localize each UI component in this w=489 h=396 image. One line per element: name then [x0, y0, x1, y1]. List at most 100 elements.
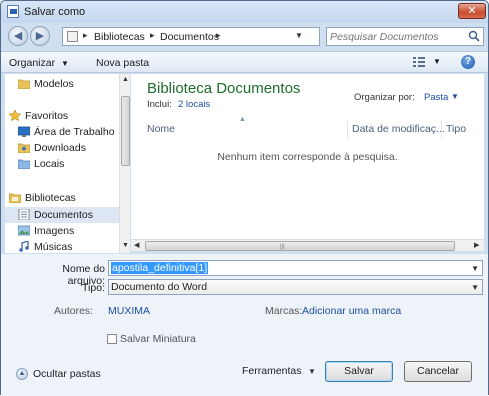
arrange-by-label: Organizar por:	[354, 92, 415, 103]
save-as-dialog: Salvar como ✕ ◀ ▶ ▸ Bibliotecas ▸ Docume…	[0, 0, 489, 396]
nav-item-label: Favoritos	[25, 110, 69, 122]
forward-button[interactable]: ▶	[30, 26, 50, 46]
new-folder-button[interactable]: Nova pasta	[96, 57, 149, 69]
authors-label: Autores:	[54, 305, 94, 317]
downloads-icon	[18, 143, 30, 153]
includes-locations-link[interactable]: 2 locais	[178, 99, 210, 110]
back-button[interactable]: ◀	[8, 26, 28, 46]
music-icon	[19, 241, 29, 252]
nav-item-label: Área de Trabalho	[34, 126, 115, 138]
back-arrow-icon: ◀	[13, 30, 23, 42]
view-options-icon[interactable]	[413, 57, 425, 67]
save-thumbnail-label[interactable]: Salvar Miniatura	[120, 333, 196, 345]
nav-item-label: Músicas	[34, 241, 73, 253]
address-box[interactable]: ▸ Bibliotecas ▸ Documentos ▸ ▼ ↻	[62, 27, 377, 46]
tags-value[interactable]: Adicionar uma marca	[302, 305, 401, 317]
cancel-button[interactable]: Cancelar	[404, 361, 472, 382]
address-dropdown-icon[interactable]: ▼	[295, 31, 303, 40]
save-form: Nome do arquivo: apostila_definitiva[1] …	[1, 254, 488, 396]
scroll-down-icon[interactable]: ▼	[122, 242, 129, 249]
scrollbar-thumb[interactable]	[121, 96, 130, 166]
nav-pane-scrollbar[interactable]: ▲ ▼	[119, 74, 130, 253]
nav-item-label: Modelos	[34, 78, 74, 90]
address-bar-row: ◀ ▶ ▸ Bibliotecas ▸ Documentos ▸ ▼ ↻	[1, 23, 488, 50]
nav-item-label: Documentos	[34, 209, 93, 221]
file-type-label: Tipo:	[82, 282, 105, 294]
scrollbar-thumb[interactable]: |||	[145, 241, 455, 251]
nav-item-downloads[interactable]: Downloads	[5, 140, 119, 156]
nav-item-imagens[interactable]: Imagens	[5, 223, 119, 239]
hide-folders-label: Ocultar pastas	[33, 368, 101, 380]
organize-menu-button[interactable]: Organizar ▼	[9, 57, 69, 69]
search-icon[interactable]	[468, 30, 480, 42]
forward-arrow-icon: ▶	[35, 30, 45, 42]
scrollbar-grip-icon: |||	[280, 244, 285, 250]
nav-item-area-de-trabalho[interactable]: Área de Trabalho	[5, 124, 119, 140]
pictures-icon	[18, 225, 30, 236]
nav-item-label: Downloads	[34, 142, 86, 154]
nav-item-documentos[interactable]: Documentos	[5, 207, 119, 223]
authors-value[interactable]: MUXIMA	[108, 305, 150, 317]
filename-value[interactable]: apostila_definitiva[1]	[111, 262, 209, 274]
organize-label: Organizar	[9, 57, 56, 69]
nav-item-label: Imagens	[34, 225, 75, 237]
recent-places-icon	[18, 159, 30, 169]
command-toolbar: Organizar ▼ Nova pasta ▼ ?	[1, 51, 488, 73]
chevron-down-icon[interactable]: ▼	[471, 264, 479, 273]
scroll-up-icon[interactable]: ▲	[122, 76, 129, 83]
tags-label: Marcas:	[265, 305, 303, 317]
column-header-type[interactable]: Tipo	[446, 123, 466, 139]
nav-item-bibliotecas[interactable]: Bibliotecas	[5, 190, 119, 206]
column-divider[interactable]	[347, 121, 348, 139]
column-header-name[interactable]: Nome	[147, 123, 175, 139]
chevron-up-icon: ▲	[16, 368, 28, 380]
save-thumbnail-checkbox[interactable]	[107, 334, 117, 344]
search-input[interactable]	[330, 30, 460, 43]
file-type-value: Documento do Word	[111, 281, 208, 293]
nav-item-modelos[interactable]: Modelos	[5, 76, 119, 92]
breadcrumb-documentos[interactable]: Documentos	[160, 31, 219, 43]
documents-icon	[18, 209, 30, 220]
desktop-icon	[18, 126, 30, 137]
nav-item-label: Bibliotecas	[25, 192, 76, 204]
file-type-select[interactable]: Documento do Word ▼	[108, 279, 483, 295]
column-header-date-modified[interactable]: Data de modificaç...	[352, 123, 445, 139]
star-icon	[9, 110, 21, 121]
libraries-icon	[9, 193, 21, 203]
breadcrumb-separator-icon[interactable]: ▸	[83, 30, 88, 41]
breadcrumb-bibliotecas[interactable]: Bibliotecas	[94, 31, 145, 43]
chevron-down-icon[interactable]: ▼	[451, 92, 459, 101]
file-list-scrollbar[interactable]: ◀ ||| ▶	[131, 239, 484, 251]
title-bar[interactable]: Salvar como ✕	[1, 1, 488, 23]
scroll-left-icon[interactable]: ◀	[134, 241, 139, 249]
nav-item-favoritos[interactable]: Favoritos	[5, 108, 119, 124]
view-dropdown-icon[interactable]: ▼	[433, 57, 441, 66]
arrange-by-dropdown[interactable]: Pasta	[424, 92, 448, 103]
word-app-icon	[7, 5, 19, 18]
chevron-down-icon: ▼	[61, 59, 69, 68]
filename-selected-text: apostila_definitiva[1]	[111, 262, 209, 274]
filename-field[interactable]: apostila_definitiva[1] ▼	[108, 260, 483, 276]
empty-list-message: Nenhum item corresponde à pesquisa.	[217, 151, 398, 163]
save-button[interactable]: Salvar	[325, 361, 393, 382]
breadcrumb-separator-icon[interactable]: ▸	[216, 30, 221, 41]
nav-item-musicas[interactable]: Músicas	[5, 239, 119, 253]
nav-item-locais[interactable]: Locais	[5, 156, 119, 172]
search-box[interactable]	[326, 27, 484, 46]
library-title: Biblioteca Documentos	[147, 80, 301, 97]
window-title: Salvar como	[24, 6, 86, 18]
tools-menu-button[interactable]: Ferramentas	[242, 365, 302, 377]
chevron-down-icon[interactable]: ▼	[471, 283, 479, 292]
help-icon[interactable]: ?	[461, 55, 475, 69]
chevron-down-icon[interactable]: ▼	[308, 367, 316, 376]
file-list-pane[interactable]: Biblioteca Documentos Inclui: 2 locais O…	[131, 74, 484, 239]
nav-item-label: Locais	[34, 158, 65, 170]
scroll-right-icon[interactable]: ▶	[474, 241, 479, 249]
navigation-pane[interactable]: Modelos Favoritos Área de Trabalho Downl…	[5, 74, 119, 253]
breadcrumb-separator-icon[interactable]: ▸	[150, 30, 155, 41]
folder-icon	[18, 79, 30, 89]
column-divider[interactable]	[441, 121, 442, 139]
sort-ascending-icon: ▲	[239, 116, 246, 123]
includes-label: Inclui:	[147, 99, 172, 110]
close-button[interactable]: ✕	[458, 3, 486, 19]
